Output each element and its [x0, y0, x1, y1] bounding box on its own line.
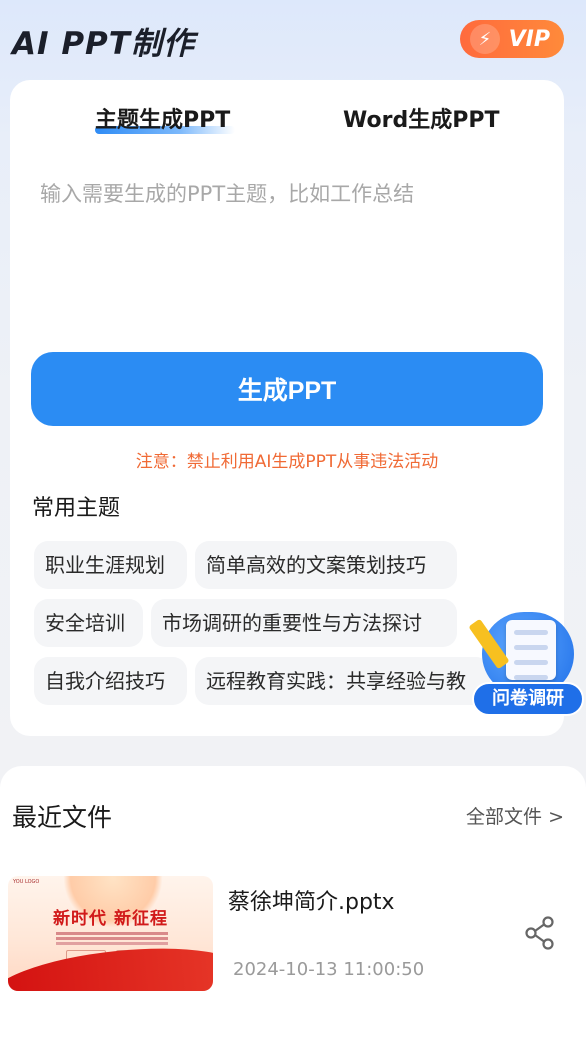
document-icon [506, 620, 556, 680]
share-icon[interactable] [524, 916, 556, 950]
vip-badge[interactable]: ⚡ VIP [460, 20, 564, 58]
thumbnail-logo: YOU LOGO [13, 879, 40, 885]
file-time: 2024-10-13 11:00:50 [233, 959, 425, 980]
warning-notice: 注意：禁止利用AI生成PPT从事违法活动 [135, 452, 439, 472]
tab-word-ppt[interactable]: Word生成PPT [343, 102, 499, 134]
topic-chip[interactable]: 自我介绍技巧 [34, 657, 187, 705]
file-name[interactable]: 蔡徐坤简介.pptx [228, 884, 395, 916]
thumbnail-text-lines [56, 932, 168, 935]
common-topics-title: 常用主题 [32, 496, 121, 521]
file-thumbnail[interactable]: YOU LOGO 新时代 新征程 [8, 876, 213, 991]
recent-files-title: 最近文件 [12, 803, 113, 832]
tab-topic-ppt[interactable]: 主题生成PPT [95, 102, 235, 134]
all-files-link[interactable]: 全部文件 > [466, 802, 564, 829]
recent-files-panel: 最近文件 全部文件 > YOU LOGO 新时代 新征程 蔡徐坤简介.pptx … [0, 766, 586, 1041]
thumbnail-red-flag [8, 937, 213, 991]
topic-chip[interactable]: 市场调研的重要性与方法探讨 [151, 599, 457, 647]
thumbnail-headline: 新时代 新征程 [53, 909, 168, 929]
generate-ppt-button[interactable]: 生成PPT [31, 352, 543, 426]
survey-label: 问卷调研 [472, 682, 584, 716]
vip-label: VIP [508, 26, 550, 52]
topic-input[interactable] [38, 176, 542, 330]
tab-label: Word生成PPT [343, 108, 500, 133]
topic-chip[interactable]: 远程教育实践：共享经验与教 [195, 657, 490, 705]
survey-floating-button[interactable]: 问卷调研 [468, 612, 584, 716]
topic-chip[interactable]: 安全培训 [34, 599, 143, 647]
topic-chip[interactable]: 职业生涯规划 [34, 541, 187, 589]
topic-chip[interactable]: 简单高效的文案策划技巧 [195, 541, 457, 589]
tab-label: 主题生成PPT [95, 108, 231, 133]
lightning-icon: ⚡ [470, 24, 500, 54]
app-title: AI PPT制作 [12, 26, 195, 62]
